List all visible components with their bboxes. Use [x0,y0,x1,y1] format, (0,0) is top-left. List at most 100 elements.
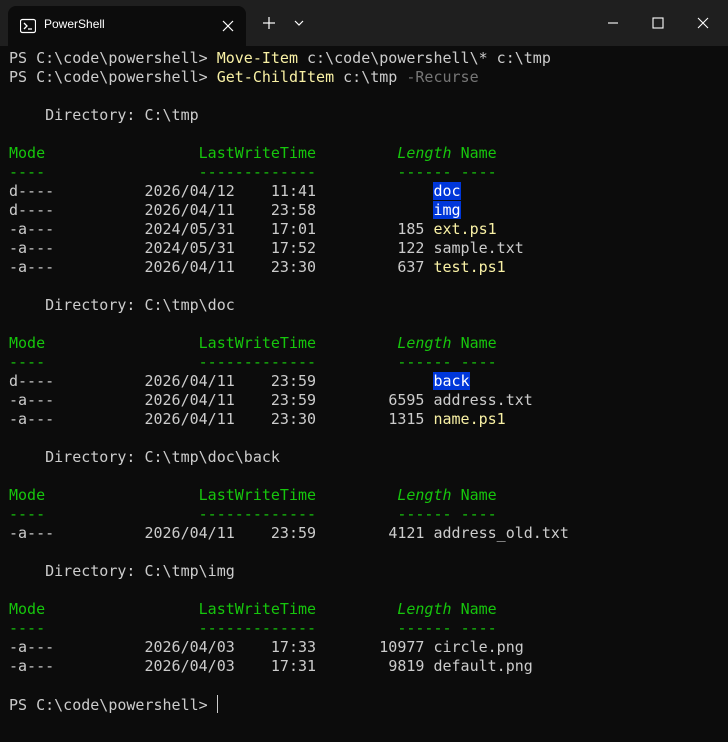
header-length: Length [397,600,452,618]
row-mode: -a--- [9,391,55,409]
separator-mode: ---- [9,505,46,523]
chevron-down-icon[interactable] [292,16,306,30]
separator-length: ------ [397,619,452,637]
tab-title: PowerShell [44,17,105,31]
row-length: 10977 [379,638,425,656]
row-length: 4121 [388,524,425,542]
row-length: 637 [397,258,425,276]
prompt-text: PS C:\code\powershell> [9,696,217,714]
row-date: 2026/04/03 [144,657,235,675]
command-args: c:\code\powershell\* c:\tmp [298,49,551,67]
maximize-icon[interactable] [649,14,667,32]
separator-name: ---- [460,353,497,371]
separator-lastwritetime: ------------- [198,353,317,371]
separator-name: ---- [460,163,497,181]
table-row: -a--- 2026/04/03 17:33 10977 circle.png [9,638,728,657]
header-lastwritetime: LastWriteTime [198,486,317,504]
row-date: 2026/04/11 [144,258,235,276]
tab-powershell[interactable]: PowerShell [8,6,246,46]
row-date: 2026/04/11 [144,372,235,390]
row-date: 2026/04/03 [144,638,235,656]
separator-length: ------ [397,163,452,181]
prompt-text: PS C:\code\powershell> [9,68,217,86]
row-length: 1315 [388,410,425,428]
table-row: -a--- 2026/04/11 23:30 637 test.ps1 [9,258,728,277]
row-date: 2026/04/11 [144,524,235,542]
header-length: Length [397,144,452,162]
prompt-text: PS C:\code\powershell> [9,49,217,67]
separator-length: ------ [397,353,452,371]
row-mode: d---- [9,372,55,390]
header-mode: Mode [9,600,46,618]
table-row: -a--- 2024/05/31 17:52 122 sample.txt [9,239,728,258]
separator-name: ---- [460,505,497,523]
command-name: Get-ChildItem [216,68,335,86]
window-close-icon[interactable] [694,14,712,32]
separator-lastwritetime: ------------- [198,619,317,637]
command-param: -Recurse [406,68,479,86]
row-name: circle.png [433,638,524,656]
row-name: ext.ps1 [433,220,497,238]
prompt-line: PS C:\code\powershell> [9,695,728,714]
row-length: 122 [397,239,425,257]
row-length: 185 [397,220,425,238]
header-length: Length [397,334,452,352]
row-time: 17:52 [270,239,317,257]
row-time: 17:01 [270,220,317,238]
row-date: 2026/04/11 [144,410,235,428]
separator-length: ------ [397,505,452,523]
row-date: 2026/04/11 [144,201,235,219]
row-mode: -a--- [9,638,55,656]
row-name: default.png [433,657,533,675]
separator-mode: ---- [9,163,46,181]
separator-lastwritetime: ------------- [198,163,317,181]
table-row: -a--- 2026/04/11 23:30 1315 name.ps1 [9,410,728,429]
command-line: PS C:\code\powershell> Get-ChildItem c:\… [9,68,728,87]
row-name: sample.txt [433,239,524,257]
header-lastwritetime: LastWriteTime [198,600,317,618]
table-separator: ---- ------------- ------ ---- [9,163,728,182]
row-mode: -a--- [9,220,55,238]
terminal-output[interactable]: PS C:\code\powershell> Move-Item c:\code… [9,49,728,742]
row-name: back [433,372,470,390]
separator-mode: ---- [9,353,46,371]
row-time: 23:30 [270,258,317,276]
separator-lastwritetime: ------------- [198,505,317,523]
directory-heading: Directory: C:\tmp\img [9,562,235,580]
directory-path: C:\tmp\doc\back [144,448,280,466]
table-row: -a--- 2026/04/11 23:59 4121 address_old.… [9,524,728,543]
close-icon[interactable] [220,18,236,34]
directory-heading: Directory: C:\tmp\doc\back [9,448,280,466]
row-date: 2026/04/11 [144,391,235,409]
powershell-icon [20,18,36,34]
table-separator: ---- ------------- ------ ---- [9,505,728,524]
header-name: Name [460,486,497,504]
plus-icon[interactable] [260,14,278,32]
row-name: img [433,201,461,219]
row-mode: -a--- [9,657,55,675]
row-time: 23:59 [270,391,317,409]
title-bar: PowerShell [0,0,728,46]
row-length: 9819 [388,657,425,675]
table-header: Mode LastWriteTime Length Name [9,334,728,353]
row-mode: -a--- [9,239,55,257]
row-mode: d---- [9,182,55,200]
text-cursor [216,695,218,713]
table-row: d---- 2026/04/12 11:41 doc [9,182,728,201]
table-separator: ---- ------------- ------ ---- [9,353,728,372]
header-name: Name [460,334,497,352]
table-header: Mode LastWriteTime Length Name [9,144,728,163]
row-mode: -a--- [9,524,55,542]
minimize-icon[interactable] [604,14,622,32]
row-date: 2026/04/12 [144,182,235,200]
table-row: d---- 2026/04/11 23:59 back [9,372,728,391]
row-time: 11:41 [270,182,317,200]
row-date: 2024/05/31 [144,239,235,257]
header-name: Name [460,600,497,618]
terminal-window: PowerShell PS C:\code\powershell> Move-I… [0,0,728,742]
